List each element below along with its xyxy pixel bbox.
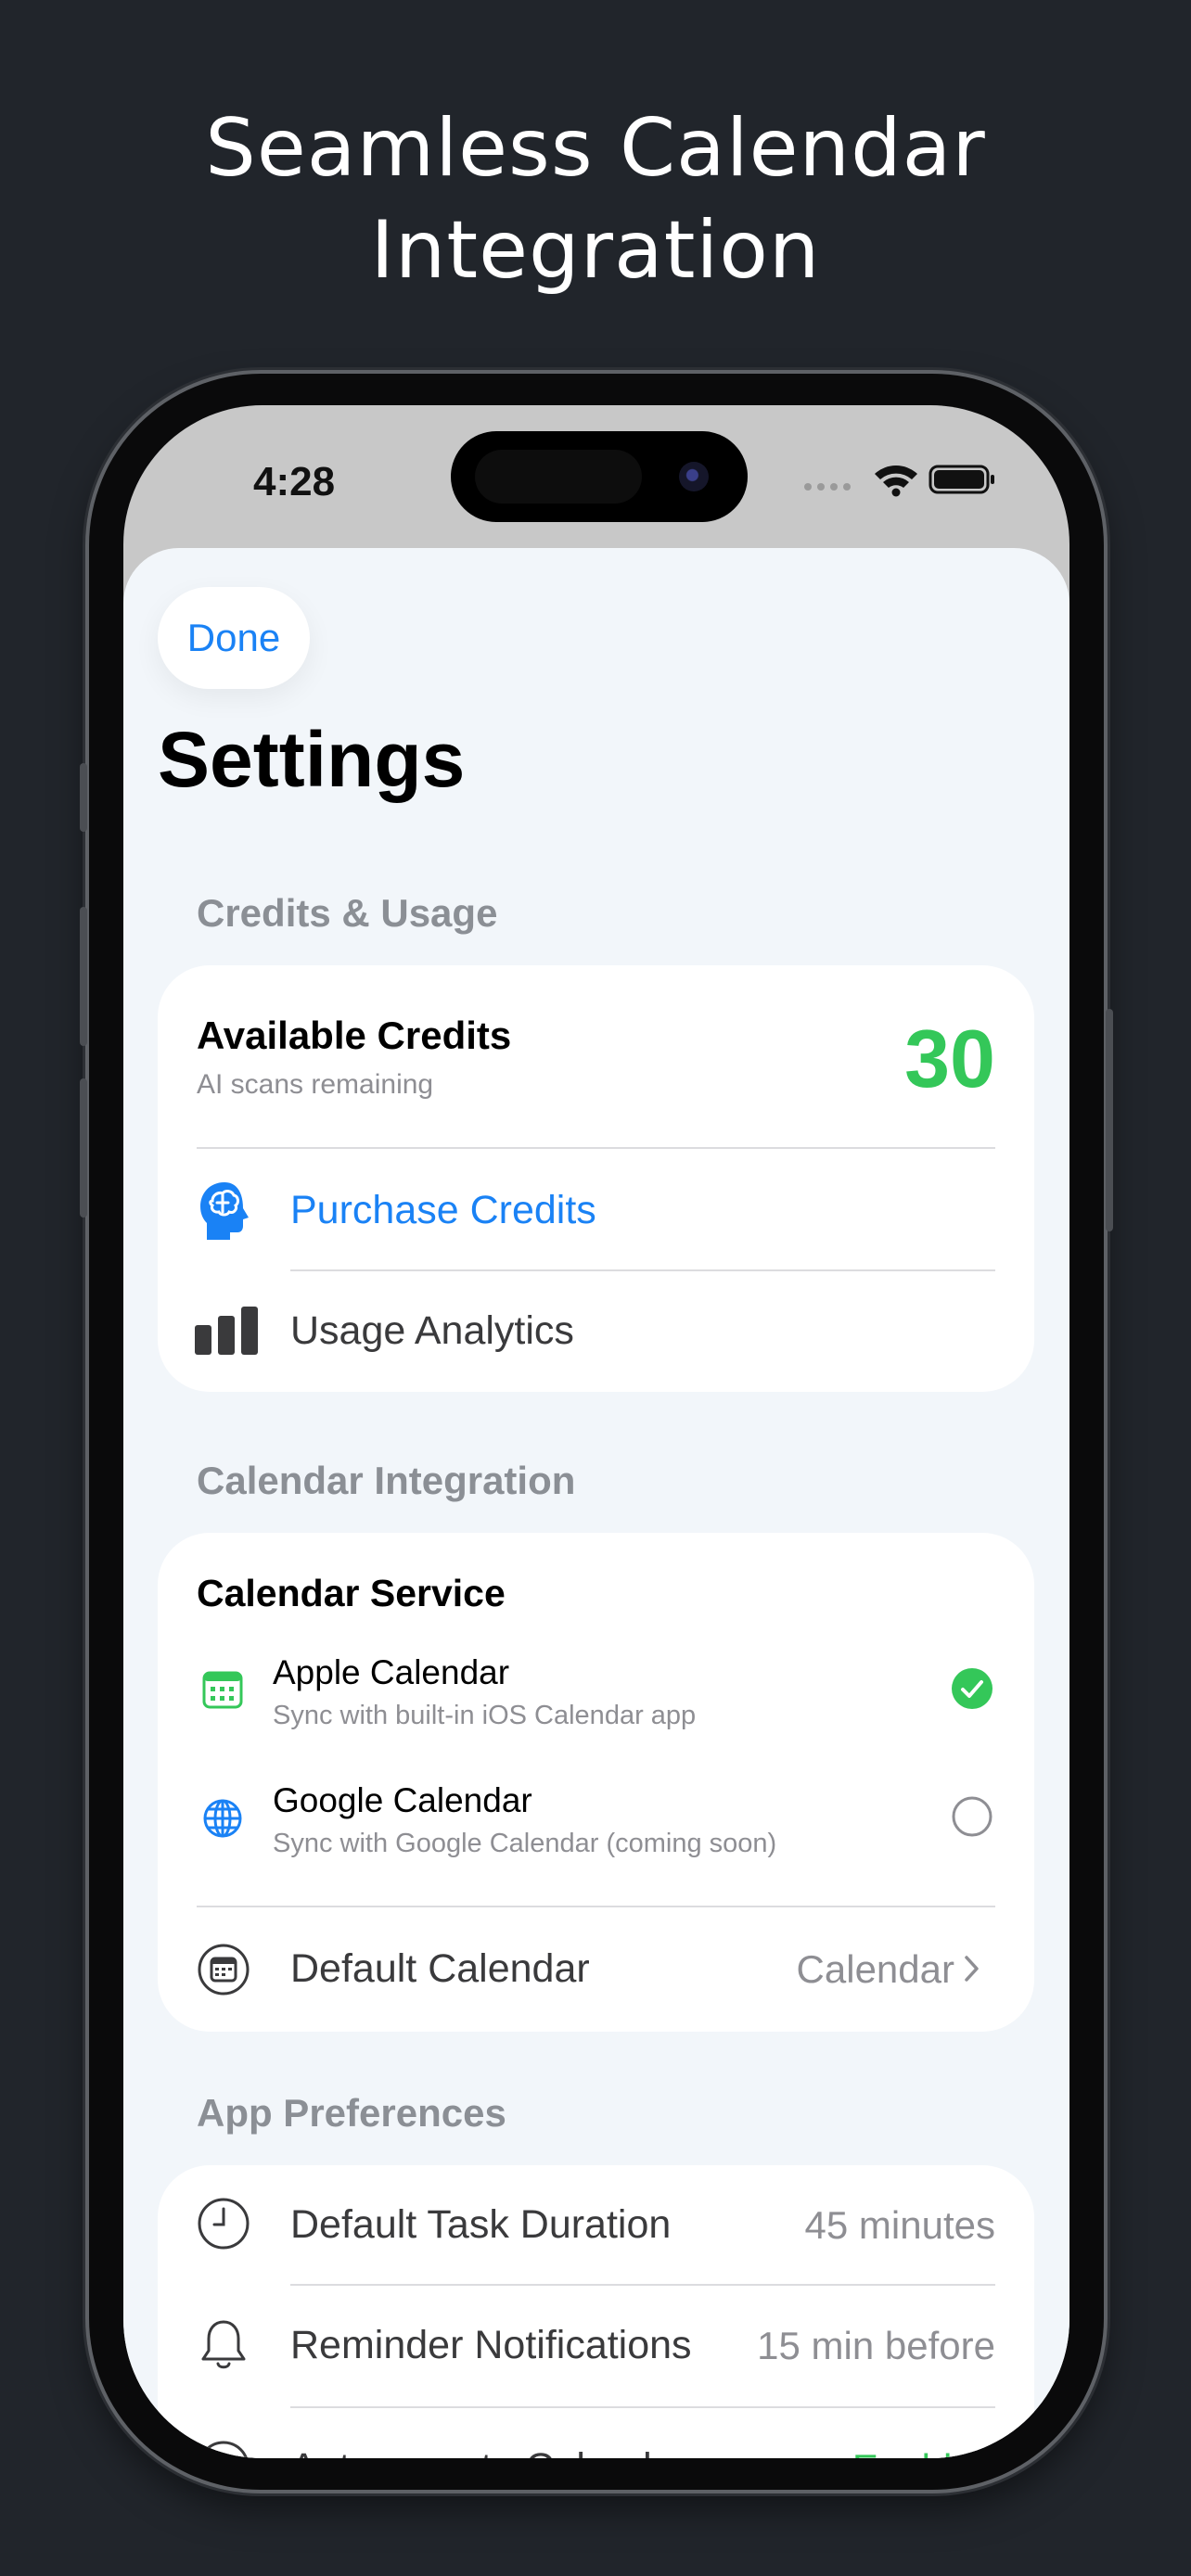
default-task-duration-row[interactable]: Default Task Duration 45 minutes bbox=[158, 2165, 1034, 2284]
promo-headline: Seamless Calendar Integration bbox=[0, 97, 1191, 301]
bell-icon bbox=[201, 2320, 246, 2369]
promo-headline-line-1: Seamless Calendar bbox=[205, 102, 986, 195]
camera-icon bbox=[679, 462, 709, 491]
auto-save-row[interactable]: Auto-save to Calendar Enabled bbox=[158, 2408, 1034, 2458]
usage-analytics-row[interactable]: Usage Analytics bbox=[158, 1271, 1034, 1392]
section-header-credits: Credits & Usage bbox=[197, 891, 498, 935]
checkmark-selected-icon bbox=[952, 1668, 992, 1709]
preferences-card: Default Task Duration 45 minutes Reminde… bbox=[158, 2165, 1034, 2458]
status-icons bbox=[804, 465, 994, 497]
section-header-calendar: Calendar Integration bbox=[197, 1459, 576, 1502]
apple-calendar-label: Apple Calendar bbox=[273, 1653, 510, 1691]
available-credits-label: Available Credits bbox=[197, 1014, 512, 1057]
available-credits-subtitle: AI scans remaining bbox=[197, 1069, 434, 1100]
default-task-duration-label: Default Task Duration bbox=[290, 2202, 672, 2247]
checkmark-circle-icon bbox=[199, 2441, 248, 2458]
clock-icon bbox=[198, 2198, 250, 2250]
default-calendar-row[interactable]: Default Calendar Calendar bbox=[158, 1907, 1034, 2032]
credits-count: 30 bbox=[904, 1013, 995, 1104]
signal-dots-icon bbox=[804, 483, 851, 491]
done-button[interactable]: Done bbox=[158, 587, 310, 689]
default-calendar-label: Default Calendar bbox=[290, 1946, 590, 1991]
radio-unselected-icon bbox=[952, 1796, 992, 1837]
calendar-grid-icon bbox=[202, 1671, 243, 1709]
phone-screen: 4:28 Done Settings Credits & Usage Avail… bbox=[123, 405, 1069, 2458]
google-calendar-label: Google Calendar bbox=[273, 1781, 532, 1819]
promo-headline-line-2: Integration bbox=[370, 204, 821, 297]
purchase-credits-row[interactable]: Purchase Credits bbox=[158, 1149, 1034, 1269]
reminder-notifications-label: Reminder Notifications bbox=[290, 2323, 692, 2367]
default-task-duration-value: 45 minutes bbox=[804, 2203, 995, 2247]
calendar-option-google[interactable]: Google Calendar Sync with Google Calenda… bbox=[158, 1770, 1034, 1891]
phone-frame: 4:28 Done Settings Credits & Usage Avail… bbox=[80, 374, 1113, 2490]
calendar-card: Calendar Service Apple Calendar Sync wit… bbox=[158, 1533, 1034, 2032]
globe-icon bbox=[203, 1799, 242, 1838]
action-button bbox=[80, 763, 87, 832]
brain-head-icon bbox=[200, 1182, 249, 1240]
apple-calendar-description: Sync with built-in iOS Calendar app bbox=[273, 1701, 697, 1730]
usage-analytics-label: Usage Analytics bbox=[290, 1308, 574, 1353]
reminder-notifications-row[interactable]: Reminder Notifications 15 min before bbox=[158, 2286, 1034, 2404]
calendar-circle-icon bbox=[198, 1944, 250, 1996]
auto-save-label: Auto-save to Calendar bbox=[290, 2445, 687, 2458]
dynamic-island bbox=[451, 431, 748, 522]
calendar-option-apple[interactable]: Apple Calendar Sync with built-in iOS Ca… bbox=[158, 1642, 1034, 1763]
section-header-preferences: App Preferences bbox=[197, 2091, 506, 2135]
credits-card: Available Credits AI scans remaining 30 … bbox=[158, 965, 1034, 1392]
volume-down-button bbox=[80, 1078, 87, 1218]
reminder-notifications-value: 15 min before bbox=[757, 2324, 995, 2367]
settings-sheet: Done Settings Credits & Usage Available … bbox=[123, 548, 1069, 2458]
bar-chart-icon bbox=[195, 1307, 258, 1355]
power-button bbox=[1106, 1009, 1113, 1231]
page-title: Settings bbox=[158, 716, 466, 803]
battery-icon bbox=[928, 465, 994, 494]
chevron-right-icon bbox=[965, 1956, 979, 1982]
island-sensor bbox=[475, 450, 642, 504]
volume-up-button bbox=[80, 907, 87, 1046]
default-calendar-value: Calendar bbox=[796, 1947, 954, 1991]
status-time: 4:28 bbox=[253, 459, 336, 504]
wifi-icon bbox=[875, 465, 917, 497]
google-calendar-description: Sync with Google Calendar (coming soon) bbox=[273, 1829, 777, 1858]
calendar-service-title: Calendar Service bbox=[197, 1572, 506, 1614]
purchase-credits-label: Purchase Credits bbox=[290, 1188, 596, 1232]
auto-save-value: Enabled bbox=[852, 2446, 995, 2458]
